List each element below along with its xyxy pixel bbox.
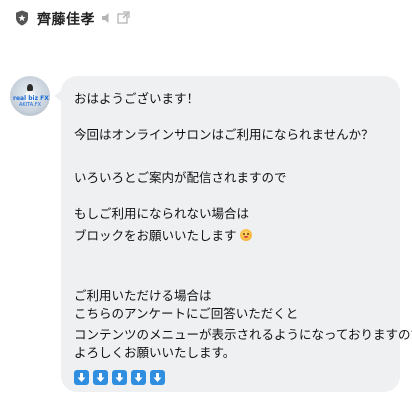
mute-icon[interactable]: [101, 12, 113, 24]
message-line: こちらのアンケートにご回答いただくと: [74, 306, 299, 321]
arrow-emoji-row: [74, 370, 165, 385]
down-arrow-key-emoji: [74, 370, 89, 385]
avatar[interactable]: real biz FX AKITA.FX: [10, 76, 50, 116]
down-arrow-key-emoji: [131, 370, 146, 385]
message-line: もしご利用になられない場合は: [74, 206, 250, 221]
down-arrow-key-emoji: [150, 370, 165, 385]
message-line: 今回はオンラインサロンはご利用になられませんか？: [74, 127, 374, 142]
message-line: いろいろとご案内が配信されますので: [74, 170, 287, 185]
down-arrow-key-emoji: [112, 370, 127, 385]
message-line: おはようございます！: [74, 91, 200, 106]
message-line: ブロックをお願いいたします: [74, 228, 252, 244]
message-line: コンテンツのメニューが表示されるようになっておりますので: [74, 327, 412, 342]
message-bubble[interactable]: おはようございます！ 今回はオンラインサロンはご利用になられませんか？ いろいろ…: [54, 76, 412, 392]
message-text: ブロックをお願いいたします: [74, 228, 237, 243]
crying-face-emoji: [239, 229, 252, 241]
chat-header: 齊藤佳孝: [0, 0, 412, 38]
message-line: よろしくお願いいたします。: [74, 345, 236, 360]
message-line: ご利用いただける場合は: [74, 288, 212, 303]
external-link-icon[interactable]: [117, 11, 130, 24]
avatar-caption: real biz FX: [13, 95, 49, 102]
shield-icon: [16, 10, 28, 26]
avatar-caption-sub: AKITA.FX: [18, 102, 42, 108]
down-arrow-key-emoji: [93, 370, 108, 385]
contact-name[interactable]: 齊藤佳孝: [37, 9, 95, 29]
